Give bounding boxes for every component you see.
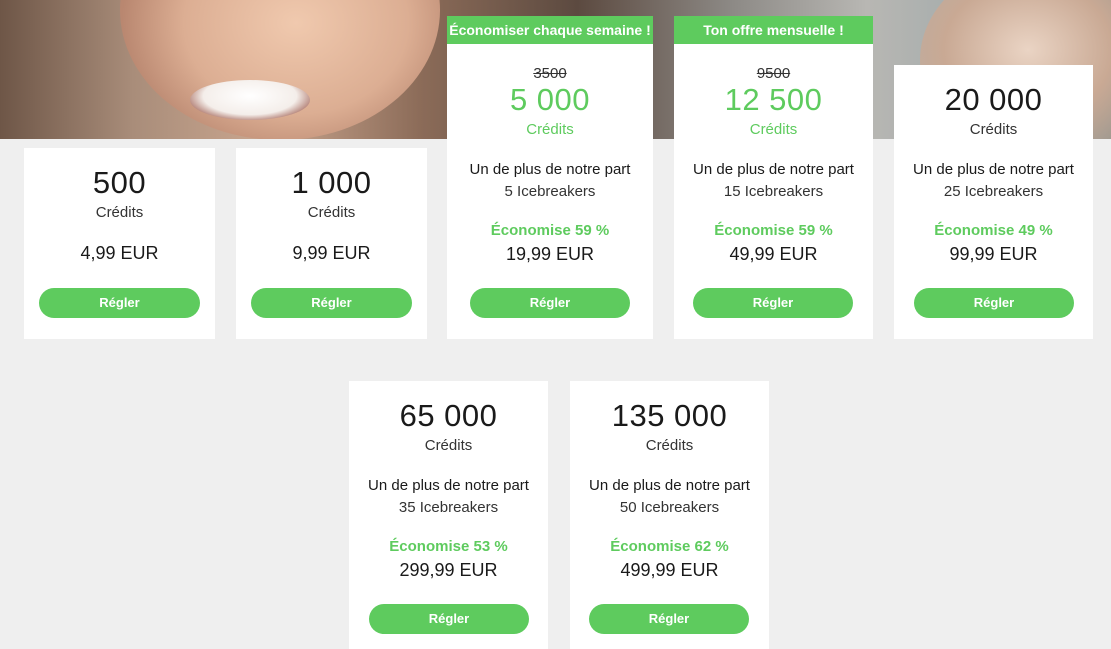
pay-button[interactable]: Régler [369, 604, 529, 634]
package-price: 4,99 EUR [80, 243, 159, 263]
credit-amount: 20 000 [944, 82, 1043, 117]
credit-amount: 12 500 [724, 82, 823, 117]
credit-package-card: 500 Crédits 4,99 EUR Régler [24, 148, 215, 339]
package-price: 19,99 EUR [505, 244, 595, 264]
credit-package-card-monthly-offer: Ton offre mensuelle ! 9500 12 500 Crédit… [674, 16, 873, 339]
package-price: 99,99 EUR [949, 244, 1038, 264]
hero-smile [190, 80, 310, 120]
bonus-text: Un de plus de notre part [913, 161, 1074, 178]
bonus-text: Un de plus de notre part [693, 161, 854, 178]
credit-unit: Crédits [95, 204, 144, 221]
icebreakers-count: 25 Icebreakers [943, 183, 1044, 200]
bonus-text: Un de plus de notre part [589, 477, 750, 494]
credit-unit: Crédits [969, 121, 1018, 138]
old-credit-amount: 3500 [533, 65, 567, 82]
pay-button[interactable]: Régler [470, 288, 630, 318]
credit-amount: 135 000 [611, 398, 728, 433]
bonus-text: Un de plus de notre part [469, 161, 631, 178]
credit-unit: Crédits [749, 121, 798, 138]
package-price: 499,99 EUR [620, 560, 719, 580]
savings-percent: Économise 59 % [490, 222, 610, 239]
pay-button[interactable]: Régler [251, 288, 412, 318]
package-price: 299,99 EUR [399, 560, 498, 580]
credit-unit: Crédits [526, 121, 574, 138]
credit-package-card: 65 000 Crédits Un de plus de notre part … [349, 381, 548, 649]
pay-button[interactable]: Régler [589, 604, 749, 634]
offer-ribbon: Ton offre mensuelle ! [674, 16, 873, 44]
offer-ribbon: Économiser chaque semaine ! [447, 16, 653, 44]
savings-percent: Économise 53 % [389, 538, 508, 555]
icebreakers-count: 50 Icebreakers [619, 499, 720, 516]
savings-percent: Économise 49 % [934, 222, 1053, 239]
credit-amount: 5 000 [509, 82, 591, 117]
bonus-text: Un de plus de notre part [368, 477, 529, 494]
package-price: 9,99 EUR [292, 243, 371, 263]
credit-package-card: 1 000 Crédits 9,99 EUR Régler [236, 148, 427, 339]
credit-amount: 1 000 [291, 165, 372, 200]
hero-face-left [120, 0, 440, 139]
savings-percent: Économise 59 % [714, 222, 833, 239]
savings-percent: Économise 62 % [610, 538, 729, 555]
pay-button[interactable]: Régler [39, 288, 200, 318]
icebreakers-count: 15 Icebreakers [723, 183, 824, 200]
credit-package-card: 135 000 Crédits Un de plus de notre part… [570, 381, 769, 649]
icebreakers-count: 35 Icebreakers [398, 499, 499, 516]
pay-button[interactable]: Régler [693, 288, 853, 318]
credit-package-card: 20 000 Crédits Un de plus de notre part … [894, 65, 1093, 339]
credit-unit: Crédits [645, 437, 694, 454]
icebreakers-count: 5 Icebreakers [504, 183, 596, 200]
credit-amount: 500 [92, 165, 147, 200]
credit-package-card-weekly-offer: Économiser chaque semaine ! 3500 5 000 C… [447, 16, 653, 339]
credit-unit: Crédits [307, 204, 356, 221]
credit-amount: 65 000 [399, 398, 498, 433]
credit-unit: Crédits [424, 437, 473, 454]
package-price: 49,99 EUR [729, 244, 818, 264]
pay-button[interactable]: Régler [914, 288, 1074, 318]
old-credit-amount: 9500 [756, 65, 791, 82]
